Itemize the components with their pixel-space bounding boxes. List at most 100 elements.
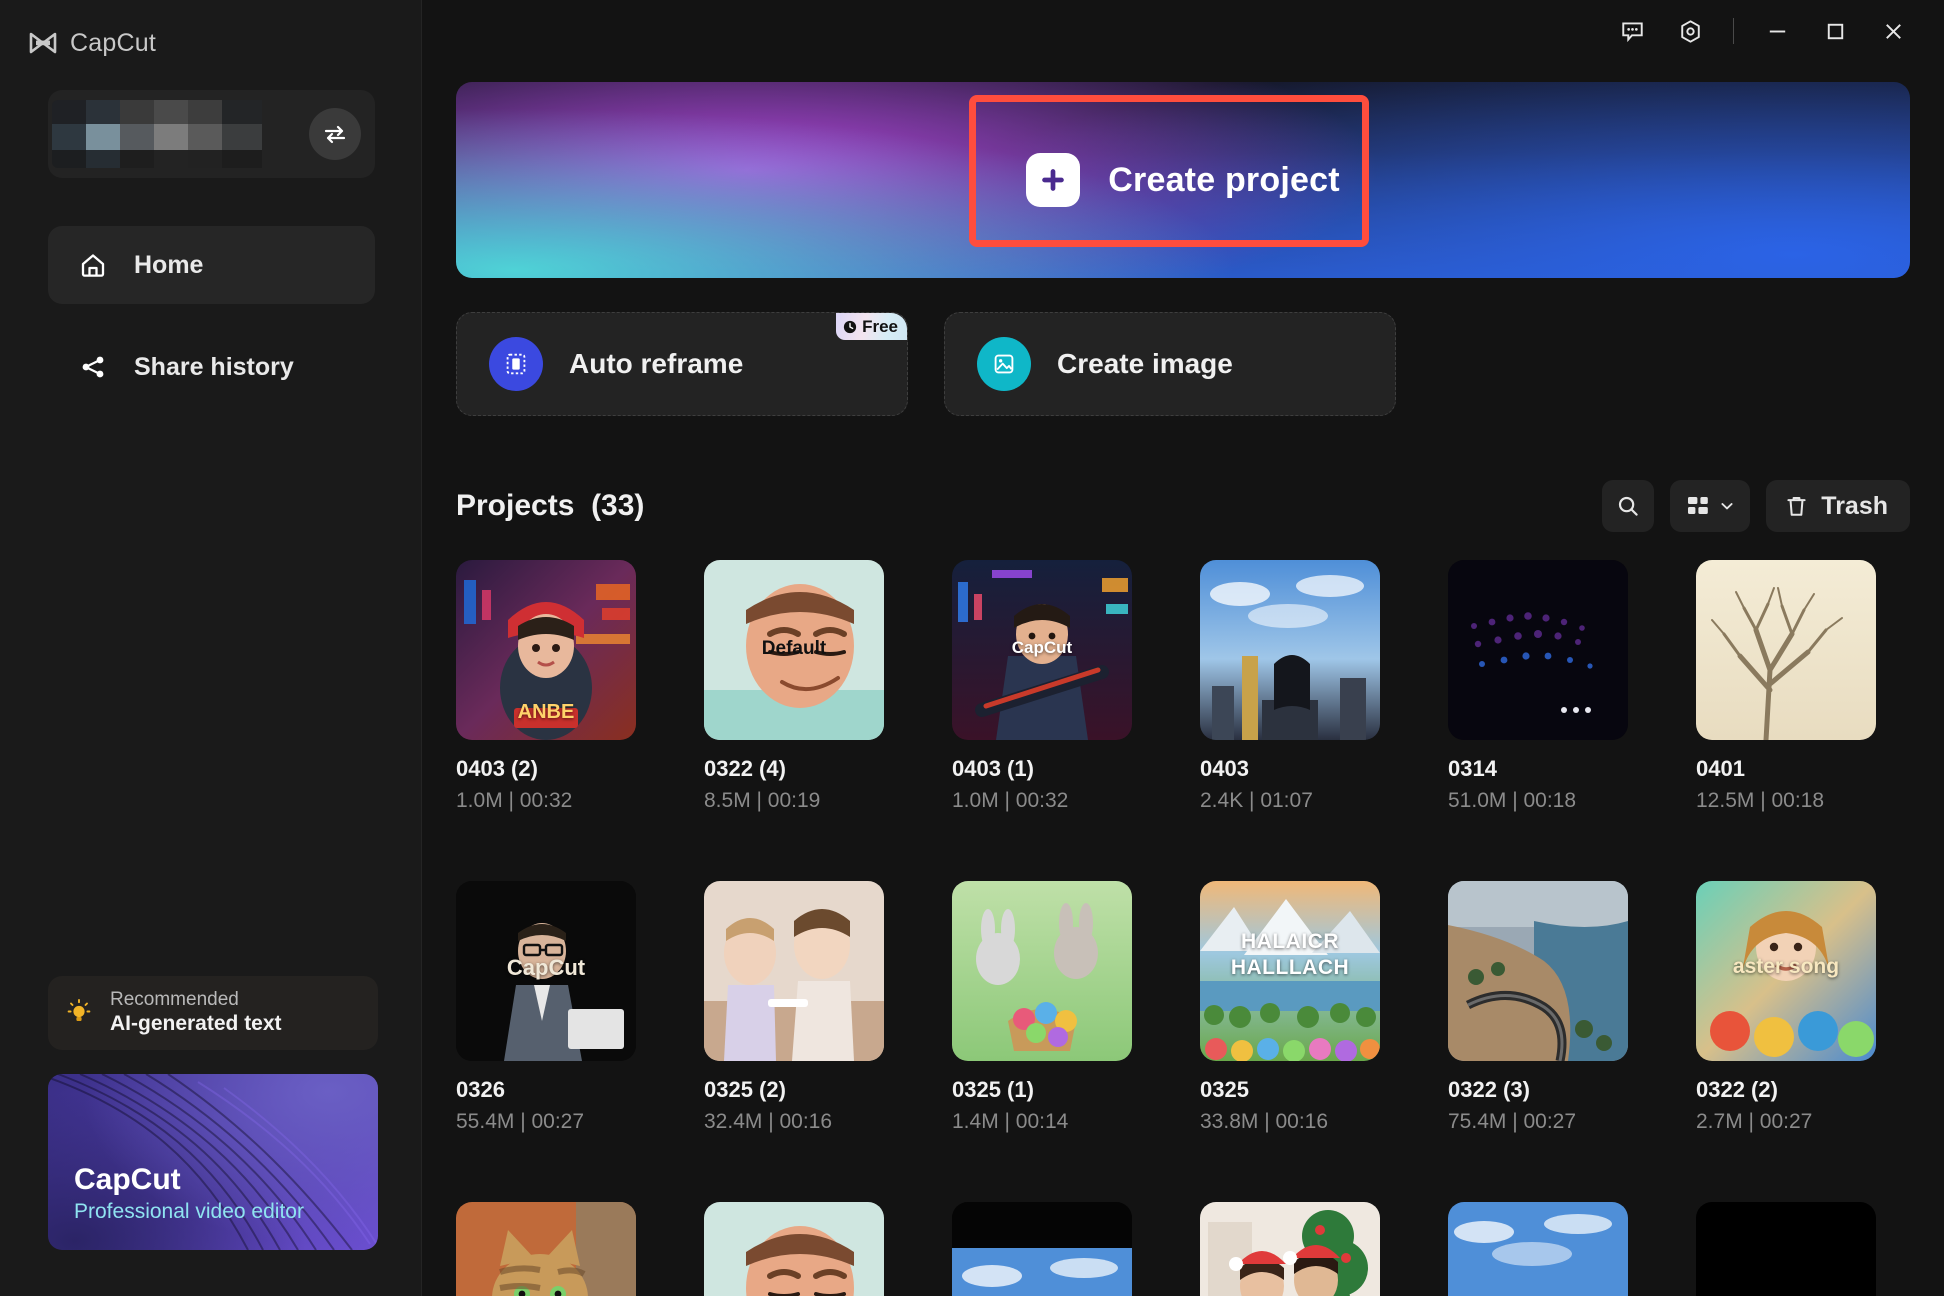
auto-reframe-card[interactable]: Auto reframe Free [456, 312, 908, 416]
trash-button[interactable]: Trash [1766, 480, 1910, 532]
create-image-label: Create image [1057, 348, 1233, 380]
project-thumbnail[interactable] [1200, 1202, 1380, 1296]
projects-title-text: Projects [456, 489, 574, 522]
thumbnail-overlay-text: ANBE [456, 701, 636, 724]
account-name-redacted [52, 100, 309, 168]
project-thumbnail[interactable] [1448, 1202, 1628, 1296]
thumbnail-overlay-text: Default [704, 638, 884, 660]
search-button[interactable] [1602, 480, 1654, 532]
project-card[interactable] [1448, 1202, 1628, 1296]
capcut-window: CapCut [0, 0, 1944, 1296]
auto-reframe-icon [489, 337, 543, 391]
project-thumbnail[interactable] [952, 881, 1132, 1061]
project-name: 0401 [1696, 756, 1876, 782]
projects-grid: ANBE 0403 (2) 1.0M | 00:32 [456, 560, 1910, 1296]
sidebar-item-share-history[interactable]: Share history [48, 328, 375, 406]
maximize-icon[interactable] [1806, 7, 1864, 55]
project-thumbnail[interactable] [1448, 881, 1628, 1061]
quick-action-cards: Auto reframe Free Crea [456, 312, 1910, 416]
project-name: 0322 (4) [704, 756, 884, 782]
project-name: 0326 [456, 1077, 636, 1103]
project-name: 0325 [1200, 1077, 1380, 1103]
project-card[interactable] [1696, 1202, 1876, 1296]
sidebar-item-home[interactable]: Home [48, 226, 375, 304]
create-project-label: Create project [1108, 161, 1339, 200]
capcut-logo-icon [28, 32, 58, 54]
project-thumbnail[interactable] [1696, 560, 1876, 740]
thumbnail-overlay-text: CapCut [456, 955, 636, 981]
project-card[interactable]: CapCut 0326 55.4M | 00:27 [456, 881, 636, 1134]
capcut-promo-banner[interactable]: CapCut Professional video editor [48, 1074, 378, 1250]
project-card[interactable]: 0401 12.5M | 00:18 [1696, 560, 1876, 813]
project-meta: 51.0M | 00:18 [1448, 789, 1628, 813]
thumbnail-overlay-text: HALAICR HALLLACH [1200, 929, 1380, 982]
app-logo: CapCut [0, 0, 421, 62]
project-thumbnail[interactable] [1200, 560, 1380, 740]
account-switcher[interactable] [48, 90, 375, 178]
grid-view-icon [1686, 495, 1712, 517]
project-card[interactable]: 0403 2.4K | 01:07 [1200, 560, 1380, 813]
project-thumbnail[interactable] [1696, 1202, 1876, 1296]
clock-icon [843, 320, 857, 334]
recommended-title: AI-generated text [110, 1011, 282, 1036]
project-card[interactable]: 0322 (3) 75.4M | 00:27 [1448, 881, 1628, 1134]
window-titlebar [422, 0, 1944, 62]
project-card[interactable] [1200, 1202, 1380, 1296]
project-name: 0403 (1) [952, 756, 1132, 782]
project-meta: 33.8M | 00:16 [1200, 1110, 1380, 1134]
settings-gear-icon[interactable] [1661, 7, 1719, 55]
project-meta: 2.4K | 01:07 [1200, 789, 1380, 813]
project-name: 0314 [1448, 756, 1628, 782]
project-thumbnail[interactable]: CapCut [952, 560, 1132, 740]
trash-icon [1784, 494, 1809, 519]
promo-tagline: Professional video editor [74, 1200, 304, 1224]
project-thumbnail[interactable]: ANBE [456, 560, 636, 740]
project-name: 0325 (2) [704, 1077, 884, 1103]
recommended-ai-text-card[interactable]: Recommended AI-generated text [48, 976, 378, 1050]
minimize-icon[interactable] [1748, 7, 1806, 55]
project-thumbnail[interactable] [704, 881, 884, 1061]
close-icon[interactable] [1864, 7, 1922, 55]
app-name: CapCut [70, 29, 156, 58]
project-thumbnail[interactable] [704, 1202, 884, 1296]
project-meta: 55.4M | 00:27 [456, 1110, 636, 1134]
project-thumbnail[interactable]: aster song [1696, 881, 1876, 1061]
project-thumbnail[interactable] [952, 1202, 1132, 1296]
recommended-eyebrow: Recommended [110, 989, 282, 1011]
free-badge-label: Free [862, 317, 898, 337]
titlebar-divider [1733, 18, 1734, 44]
project-name: 0325 (1) [952, 1077, 1132, 1103]
feedback-bubble-icon[interactable] [1603, 7, 1661, 55]
project-card[interactable] [704, 1202, 884, 1296]
auto-reframe-label: Auto reframe [569, 348, 743, 380]
project-card[interactable] [456, 1202, 636, 1296]
project-card[interactable]: 0325 (2) 32.4M | 00:16 [704, 881, 884, 1134]
lightbulb-icon [66, 999, 94, 1027]
search-icon [1615, 493, 1641, 519]
create-image-card[interactable]: Create image [944, 312, 1396, 416]
create-project-banner[interactable]: Create project [456, 82, 1910, 278]
project-card[interactable]: aster song 0322 (2) 2.7M | 00:27 [1696, 881, 1876, 1134]
project-thumbnail[interactable]: Default [704, 560, 884, 740]
create-project-button[interactable]: Create project [1026, 153, 1339, 207]
thumbnail-overlay-text: CapCut [952, 638, 1132, 658]
project-card[interactable]: Default 0322 (4) 8.5M | 00:19 [704, 560, 884, 813]
main-content: Create project Auto reframe [422, 0, 1944, 1296]
project-meta: 1.0M | 00:32 [456, 789, 636, 813]
project-card[interactable]: 0325 (1) 1.4M | 00:14 [952, 881, 1132, 1134]
project-name: 0403 (2) [456, 756, 636, 782]
create-image-icon [977, 337, 1031, 391]
chevron-down-icon [1720, 499, 1734, 513]
projects-toolbar: Trash [1602, 480, 1910, 532]
switch-account-icon[interactable] [309, 108, 361, 160]
project-card[interactable]: HALAICR HALLLACH 0325 33.8M | 00:16 [1200, 881, 1380, 1134]
project-thumbnail[interactable]: CapCut [456, 881, 636, 1061]
view-mode-button[interactable] [1670, 480, 1750, 532]
project-card[interactable]: ANBE 0403 (2) 1.0M | 00:32 [456, 560, 636, 813]
project-card[interactable]: 0314 51.0M | 00:18 [1448, 560, 1628, 813]
project-thumbnail[interactable] [456, 1202, 636, 1296]
project-card[interactable]: CapCut 0403 (1) 1.0M | 00:32 [952, 560, 1132, 813]
project-thumbnail[interactable]: HALAICR HALLLACH [1200, 881, 1380, 1061]
project-card[interactable] [952, 1202, 1132, 1296]
project-thumbnail[interactable] [1448, 560, 1628, 740]
